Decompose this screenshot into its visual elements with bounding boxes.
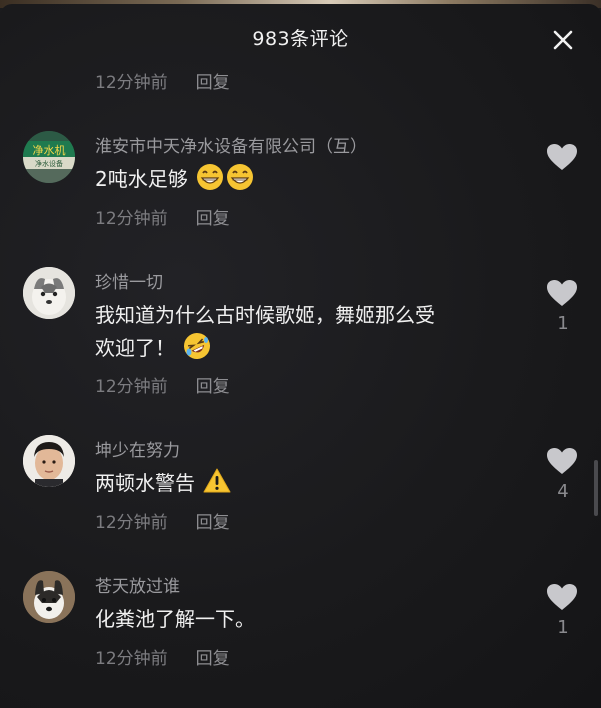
comment-meta-row: 12分钟前 回复 xyxy=(95,372,230,397)
comment-username[interactable]: 淮安市中天净水设备有限公司（互） xyxy=(95,132,367,157)
like-button[interactable]: 4 xyxy=(546,447,580,502)
scrollbar[interactable] xyxy=(594,460,598,516)
reply-button[interactable]: 回复 xyxy=(196,372,230,397)
warning-icon xyxy=(203,468,231,493)
comment-text: 化粪池了解一下。 xyxy=(95,607,255,631)
like-button[interactable]: 1 xyxy=(546,583,580,638)
grin-emoji-icon xyxy=(227,164,254,190)
avatar-husky-puppy-image xyxy=(23,267,75,319)
reply-button[interactable]: 回复 xyxy=(196,644,230,669)
avatar[interactable]: 净水机 净水设备 xyxy=(23,131,75,183)
avatar[interactable] xyxy=(23,571,75,623)
comment-text: 我知道为什么古时候歌姬，舞姬那么受 xyxy=(95,303,435,327)
comment-count-title: 983条评论 xyxy=(252,28,349,50)
avatar-person-photo xyxy=(23,435,75,487)
avatar[interactable] xyxy=(23,435,75,487)
reply-button[interactable]: 回复 xyxy=(196,508,230,533)
avatar-shop-sign-image: 净水机 净水设备 xyxy=(23,131,75,183)
svg-text:净水机: 净水机 xyxy=(33,143,66,157)
comment-timestamp: 12分钟前 xyxy=(95,649,168,669)
close-icon xyxy=(553,30,573,50)
heart-icon xyxy=(547,144,577,170)
like-count: 1 xyxy=(557,617,569,638)
comment-timestamp: 12分钟前 xyxy=(95,73,168,93)
comment-timestamp: 12分钟前 xyxy=(95,377,168,397)
comment-meta-row: 12分钟前 回复 xyxy=(95,68,230,93)
rofl-emoji-icon xyxy=(184,333,211,359)
reply-button[interactable]: 回复 xyxy=(196,68,230,93)
comment-timestamp: 12分钟前 xyxy=(95,513,168,533)
comment-username[interactable]: 坤少在努力 xyxy=(95,436,180,461)
like-button[interactable] xyxy=(546,143,580,177)
comment-text-line: 欢迎了！ xyxy=(95,332,211,365)
avatar[interactable] xyxy=(23,267,75,319)
avatar-dog-image xyxy=(23,571,75,623)
comment-username[interactable]: 珍惜一切 xyxy=(95,268,163,293)
heart-icon xyxy=(547,584,577,610)
comments-panel xyxy=(0,4,601,708)
svg-text:净水设备: 净水设备 xyxy=(35,159,63,168)
comment-meta-row: 12分钟前 回复 xyxy=(95,204,230,229)
comment-text: 2吨水足够 xyxy=(95,163,254,196)
close-button[interactable] xyxy=(549,26,577,54)
comment-meta-row: 12分钟前 回复 xyxy=(95,508,230,533)
comment-timestamp: 12分钟前 xyxy=(95,209,168,229)
like-count: 4 xyxy=(557,481,569,502)
grin-emoji-icon xyxy=(197,164,224,190)
comment-username[interactable]: 苍天放过谁 xyxy=(95,572,180,597)
comment-meta-row: 12分钟前 回复 xyxy=(95,644,230,669)
reply-button[interactable]: 回复 xyxy=(196,204,230,229)
like-count: 1 xyxy=(557,313,569,334)
comment-text: 两顿水警告 xyxy=(95,467,231,500)
heart-icon xyxy=(547,280,577,306)
heart-icon xyxy=(547,448,577,474)
comments-header: 983条评论 xyxy=(0,4,601,68)
like-button[interactable]: 1 xyxy=(546,279,580,334)
